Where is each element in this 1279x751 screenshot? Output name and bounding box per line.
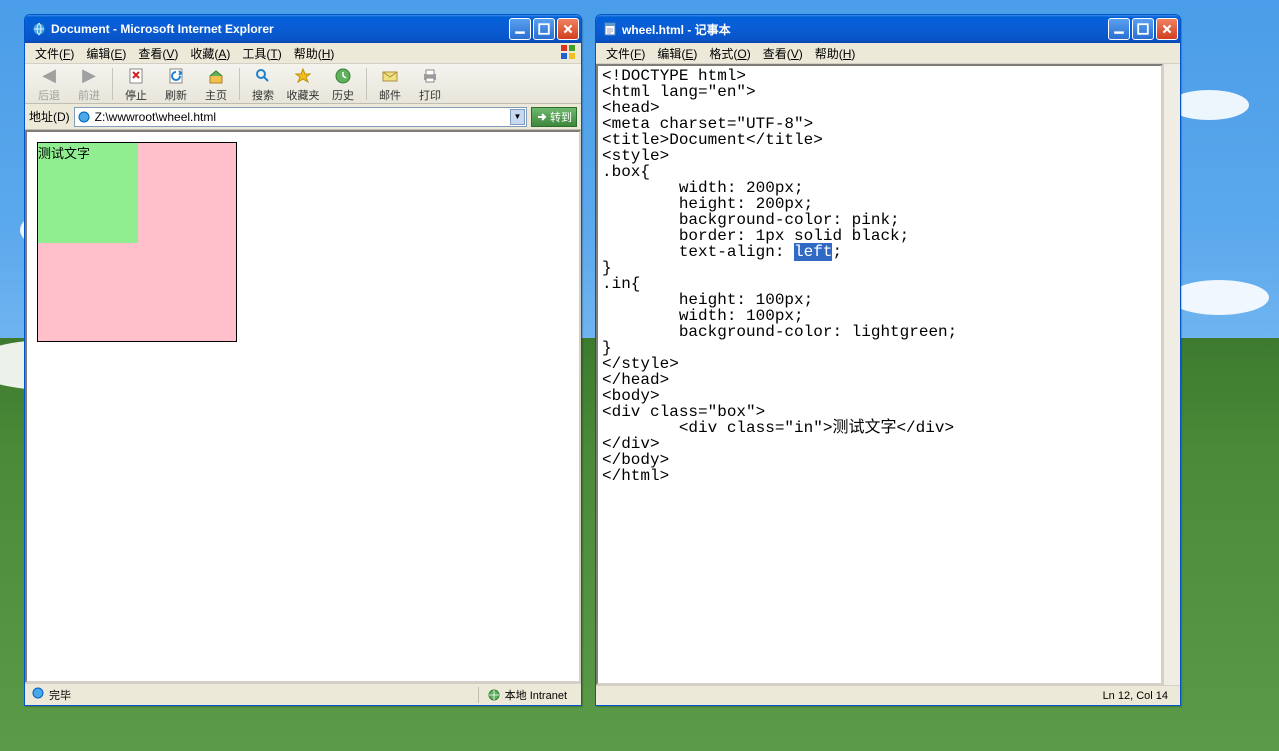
vertical-scrollbar[interactable] <box>1163 64 1180 685</box>
ie-titlebar[interactable]: Document - Microsoft Internet Explorer <box>25 15 581 43</box>
address-input[interactable] <box>74 107 527 127</box>
ie-throbber-icon <box>559 43 577 64</box>
menu-edit[interactable]: 编辑(E) <box>80 43 132 64</box>
ie-status-bar: 完毕 本地 Intranet <box>25 683 581 705</box>
menu-format[interactable]: 格式(O) <box>703 43 756 64</box>
security-zone[interactable]: 本地 Intranet <box>478 687 575 703</box>
globe-icon <box>487 688 501 702</box>
history-icon <box>332 65 354 87</box>
code-text: <!DOCTYPE html> <html lang="en"> <head> … <box>602 67 909 261</box>
forward-button[interactable]: ▶前进 <box>69 65 109 103</box>
print-button[interactable]: 打印 <box>410 65 450 103</box>
menu-help[interactable]: 帮助(H) <box>809 43 862 64</box>
close-button[interactable] <box>1156 18 1178 40</box>
menu-tools[interactable]: 工具(T) <box>236 43 287 64</box>
go-arrow-icon <box>536 111 548 123</box>
toolbar-separator <box>366 68 367 100</box>
code-text: ; } .in{ height: 100px; width: 100px; ba… <box>602 243 957 485</box>
go-button[interactable]: 转到 <box>531 107 577 127</box>
notepad-titlebar[interactable]: wheel.html - 记事本 <box>596 15 1180 43</box>
ie-icon <box>31 21 47 37</box>
cursor-position: Ln 12, Col 14 <box>1103 690 1168 702</box>
ie-page-icon <box>31 686 45 703</box>
ie-address-bar: 地址(D) ▼ 转到 <box>25 104 581 130</box>
back-button[interactable]: ◀后退 <box>29 65 69 103</box>
notepad-status-bar: Ln 12, Col 14 <box>596 685 1180 705</box>
menu-edit[interactable]: 编辑(E) <box>651 43 703 64</box>
refresh-button[interactable]: 刷新 <box>156 65 196 103</box>
forward-icon: ▶ <box>78 65 100 87</box>
menu-file[interactable]: 文件(F) <box>29 43 80 64</box>
minimize-button[interactable] <box>509 18 531 40</box>
code-selection: left <box>794 243 832 261</box>
notepad-title: wheel.html - 记事本 <box>622 21 1108 38</box>
stop-button[interactable]: 停止 <box>116 65 156 103</box>
star-icon <box>292 65 314 87</box>
menu-file[interactable]: 文件(F) <box>600 43 651 64</box>
history-button[interactable]: 历史 <box>323 65 363 103</box>
print-icon <box>419 65 441 87</box>
maximize-button[interactable] <box>533 18 555 40</box>
search-icon <box>252 65 274 87</box>
minimize-button[interactable] <box>1108 18 1130 40</box>
back-icon: ◀ <box>38 65 60 87</box>
menu-favorites[interactable]: 收藏(A) <box>184 43 236 64</box>
stop-icon <box>125 65 147 87</box>
close-button[interactable] <box>557 18 579 40</box>
bg-cloud <box>1169 280 1269 315</box>
ie-toolbar: ◀后退 ▶前进 停止 刷新 主页 搜索 收藏夹 历史 邮件 打印 <box>25 64 581 104</box>
notepad-menubar: 文件(F) 编辑(E) 格式(O) 查看(V) 帮助(H) <box>596 43 1180 64</box>
demo-inner-box: 测试文字 <box>38 143 138 243</box>
mail-icon <box>379 65 401 87</box>
menu-view[interactable]: 查看(V) <box>757 43 809 64</box>
bg-cloud <box>1169 90 1249 120</box>
ie-window: Document - Microsoft Internet Explorer 文… <box>24 14 582 706</box>
home-icon <box>205 65 227 87</box>
maximize-button[interactable] <box>1132 18 1154 40</box>
menu-view[interactable]: 查看(V) <box>132 43 184 64</box>
favorites-button[interactable]: 收藏夹 <box>283 65 323 103</box>
ie-viewport[interactable]: 测试文字 <box>25 130 581 683</box>
refresh-icon <box>165 65 187 87</box>
menu-help[interactable]: 帮助(H) <box>288 43 341 64</box>
mail-button[interactable]: 邮件 <box>370 65 410 103</box>
home-button[interactable]: 主页 <box>196 65 236 103</box>
search-button[interactable]: 搜索 <box>243 65 283 103</box>
ie-title: Document - Microsoft Internet Explorer <box>51 22 509 36</box>
address-label: 地址(D) <box>29 108 70 125</box>
ie-page-icon <box>77 110 91 124</box>
notepad-window: wheel.html - 记事本 文件(F) 编辑(E) 格式(O) 查看(V)… <box>595 14 1181 706</box>
ie-menubar: 文件(F) 编辑(E) 查看(V) 收藏(A) 工具(T) 帮助(H) <box>25 43 581 64</box>
demo-box: 测试文字 <box>37 142 237 342</box>
toolbar-separator <box>112 68 113 100</box>
address-dropdown[interactable]: ▼ <box>510 109 525 125</box>
toolbar-separator <box>239 68 240 100</box>
notepad-icon <box>602 21 618 37</box>
status-text: 完毕 <box>49 687 71 703</box>
notepad-editor[interactable]: <!DOCTYPE html> <html lang="en"> <head> … <box>596 64 1163 685</box>
